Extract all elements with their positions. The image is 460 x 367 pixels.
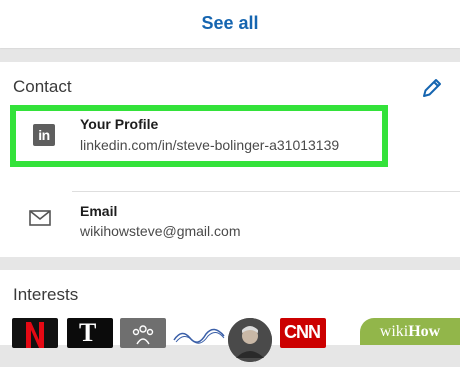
- contact-card: Contact in Your Profile linkedin.com/in/…: [0, 62, 460, 257]
- cma-logo[interactable]: [172, 318, 226, 348]
- cma-wave-icon: [173, 328, 225, 344]
- divider: [72, 191, 460, 192]
- contact-section-title: Contact: [13, 77, 72, 96]
- see-all-card: See all: [0, 0, 460, 48]
- netflix-n-icon: [26, 322, 44, 348]
- person-photo[interactable]: [228, 318, 272, 362]
- see-all-link[interactable]: See all: [0, 13, 460, 34]
- email-title: Email: [80, 203, 118, 219]
- person-photo-image: [228, 318, 272, 362]
- netflix-logo[interactable]: [12, 318, 58, 348]
- pencil-icon[interactable]: [420, 76, 444, 100]
- wikihow-watermark: wikiHow: [360, 318, 460, 345]
- nyt-logo-letter: T: [79, 318, 97, 347]
- email-value[interactable]: wikihowsteve@gmail.com: [80, 223, 240, 239]
- wikihow-wiki-text: wiki: [379, 323, 409, 340]
- your-profile-row[interactable]: in Your Profile linkedin.com/in/steve-bo…: [10, 105, 388, 167]
- cnn-logo-text: CNN: [284, 322, 321, 342]
- wikihow-how-text: How: [408, 323, 441, 340]
- nyt-logo[interactable]: T: [67, 318, 113, 348]
- linkedin-icon: in: [33, 124, 55, 146]
- group-logo[interactable]: [120, 318, 166, 348]
- group-icon: [132, 325, 154, 345]
- your-profile-title: Your Profile: [80, 116, 159, 132]
- cnn-logo[interactable]: CNN: [280, 318, 326, 348]
- interests-section-title: Interests: [13, 285, 79, 304]
- profile-url[interactable]: linkedin.com/in/steve-bolinger-a31013139: [80, 137, 339, 153]
- mail-icon: [29, 210, 51, 226]
